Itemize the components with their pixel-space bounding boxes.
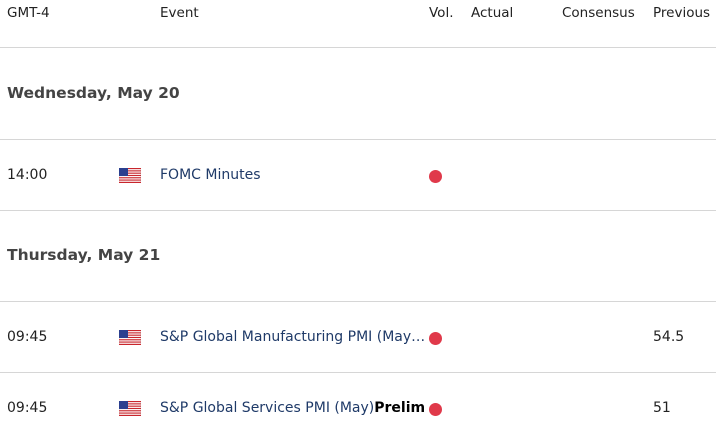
table-row[interactable]: 09:45 S&P Global Services PMI (May)Preli… — [0, 373, 716, 444]
event-time: 09:45 — [7, 329, 48, 345]
us-flag-icon — [119, 168, 141, 183]
table-row[interactable]: 14:00 FOMC Minutes — [0, 140, 716, 211]
us-flag-icon — [119, 401, 141, 416]
event-name[interactable]: S&P Global Services PMI (May)Prelim — [160, 400, 426, 416]
high-volatility-indicator — [429, 332, 442, 345]
previous-value: 54.5 — [653, 329, 685, 345]
high-volatility-indicator — [429, 403, 442, 416]
day-group-header: Thursday, May 21 — [0, 210, 716, 302]
actual-column-header: Actual — [471, 5, 514, 21]
day-group-header: Wednesday, May 20 — [0, 48, 716, 140]
table-header: GMT-4 Event Vol. Actual Consensus Previo… — [0, 0, 716, 48]
consensus-column-header: Consensus — [562, 5, 635, 21]
timezone-header[interactable]: GMT-4 — [7, 5, 50, 21]
previous-value: 51 — [653, 400, 671, 416]
event-time: 14:00 — [7, 167, 48, 183]
high-volatility-indicator — [429, 170, 442, 183]
event-column-header: Event — [160, 5, 199, 21]
event-name[interactable]: S&P Global Manufacturing PMI (May)Prelim — [160, 329, 426, 345]
volatility-column-header: Vol. — [429, 5, 454, 21]
event-name[interactable]: FOMC Minutes — [160, 167, 426, 183]
us-flag-icon — [119, 330, 141, 345]
day-title: Wednesday, May 20 — [7, 84, 180, 102]
table-row[interactable]: 09:45 S&P Global Manufacturing PMI (May)… — [0, 302, 716, 373]
previous-column-header: Previous — [653, 5, 711, 21]
day-title: Thursday, May 21 — [7, 246, 161, 264]
event-time: 09:45 — [7, 400, 48, 416]
